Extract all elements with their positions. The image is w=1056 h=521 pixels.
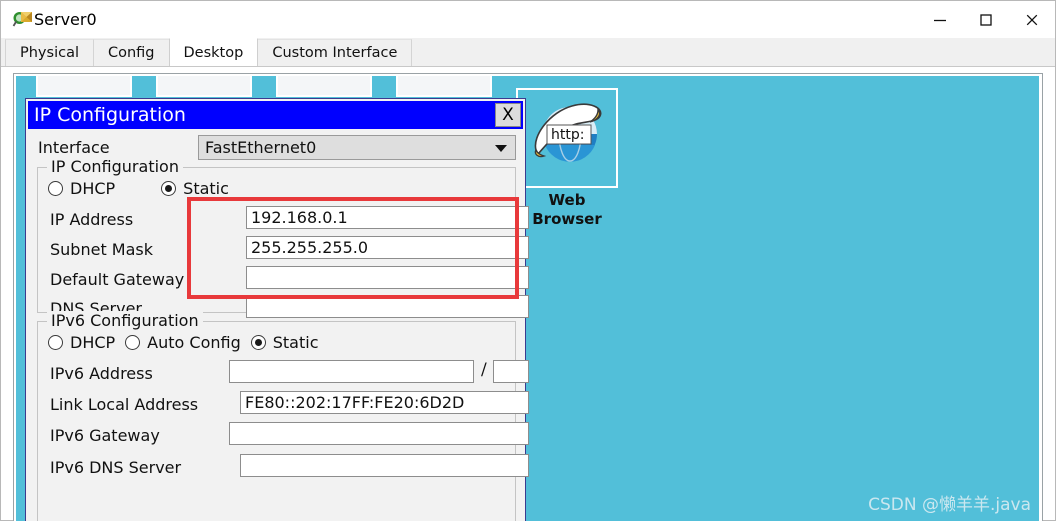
ipv4-ip-address-row: IP Address xyxy=(50,207,133,231)
tab-physical[interactable]: Physical xyxy=(5,39,94,66)
maximize-icon[interactable] xyxy=(963,1,1009,38)
tab-physical-label: Physical xyxy=(20,45,79,61)
window-title-bar: Server0 xyxy=(1,1,1055,38)
ipv6-dns-server-row: IPv6 DNS Server xyxy=(50,455,181,479)
ipv4-default-gateway-label: Default Gateway xyxy=(50,269,185,289)
tab-config[interactable]: Config xyxy=(92,39,170,66)
ipv4-default-gateway-input[interactable] xyxy=(246,266,529,289)
desktop-icon-slot[interactable] xyxy=(276,76,372,97)
tab-desktop[interactable]: Desktop xyxy=(168,38,259,66)
ipv6-gateway-input[interactable] xyxy=(229,422,529,445)
ipv6-address-label: IPv6 Address xyxy=(50,363,153,383)
ipv6-dns-server-label: IPv6 DNS Server xyxy=(50,457,182,477)
ipv4-subnet-mask-row: Subnet Mask xyxy=(50,237,153,261)
application-window: Server0 Physical Config Desktop Custom I… xyxy=(0,0,1056,521)
interface-label: Interface xyxy=(38,137,110,157)
ipv6-radio-dhcp[interactable]: DHCP xyxy=(48,333,115,352)
ipv4-subnet-mask-input[interactable]: 255.255.255.0 xyxy=(246,236,529,259)
desktop-icon-slot[interactable] xyxy=(396,76,492,97)
window-title-text: Server0 xyxy=(34,10,97,29)
radio-dot-icon xyxy=(161,180,177,196)
ipv6-radio-static[interactable]: Static xyxy=(250,332,319,352)
ipv6-prefix-length-input[interactable] xyxy=(493,360,529,383)
ipv4-radio-static[interactable]: Static xyxy=(161,179,229,198)
ipv4-ip-address-input[interactable]: 192.168.0.1 xyxy=(246,206,529,229)
tab-custom-interface[interactable]: Custom Interface xyxy=(257,39,413,66)
window-controls xyxy=(917,1,1055,38)
packet-tracer-device-icon xyxy=(12,9,34,31)
desktop-icon-web-browser[interactable]: http: xyxy=(516,88,618,188)
ipv4-radio-dhcp[interactable]: DHCP xyxy=(48,179,115,198)
ipv4-radio-static-label: Static xyxy=(183,178,229,198)
close-icon[interactable] xyxy=(1009,1,1055,38)
tab-strip: Physical Config Desktop Custom Interface xyxy=(1,38,1055,67)
ipv6-link-local-label: Link Local Address xyxy=(50,394,199,414)
ipv6-address-row: IPv6 Address xyxy=(50,361,153,385)
ipv6-radio-static-label: Static xyxy=(272,332,319,352)
dialog-close-button[interactable]: X xyxy=(495,103,521,127)
ipv6-radio-auto-config[interactable]: Auto Config xyxy=(125,333,241,352)
dialog-close-label: X xyxy=(502,105,514,125)
dialog-title-bar: IP Configuration X xyxy=(28,101,523,129)
minimize-icon[interactable] xyxy=(917,1,963,38)
ipv6-gateway-row: IPv6 Gateway xyxy=(50,423,160,447)
ipv4-default-gateway-row: Default Gateway xyxy=(50,267,184,291)
desktop-canvas: http: Web Browser IP Configuration X Int… xyxy=(16,76,1039,521)
desktop-panel: http: Web Browser IP Configuration X Int… xyxy=(13,73,1043,521)
web-browser-badge-text: http: xyxy=(551,127,584,143)
ipv4-configuration-group: IP Configuration DHCP Static IP Address … xyxy=(37,157,529,318)
ipv6-link-local-input[interactable]: FE80::202:17FF:FE20:6D2D xyxy=(240,391,529,414)
dialog-title: IP Configuration xyxy=(34,104,186,126)
ipv4-group-title: IP Configuration xyxy=(47,157,183,176)
ipv6-link-local-row: Link Local Address xyxy=(50,392,198,416)
ipv6-prefix-separator: / xyxy=(481,360,487,380)
desktop-icon-slot[interactable] xyxy=(156,76,252,97)
ipv6-radio-dhcp-label: DHCP xyxy=(70,332,116,352)
interface-select[interactable]: FastEthernet0 xyxy=(198,134,516,160)
tab-config-label: Config xyxy=(107,45,155,61)
radio-dot-icon xyxy=(48,180,63,196)
ipv4-dns-server-input[interactable] xyxy=(246,295,529,318)
interface-selected-value: FastEthernet0 xyxy=(205,137,317,157)
ipv6-mode-radio-group: DHCP Auto Config Static xyxy=(48,330,323,354)
ipv4-radio-dhcp-label: DHCP xyxy=(70,178,116,198)
ip-configuration-dialog: IP Configuration X Interface FastEtherne… xyxy=(25,98,529,521)
ipv6-configuration-group: IPv6 Configuration DHCP Auto Config Stat… xyxy=(37,311,529,521)
ipv6-address-input[interactable] xyxy=(229,360,474,383)
ipv6-radio-auto-config-label: Auto Config xyxy=(147,332,241,352)
radio-dot-icon xyxy=(125,334,141,350)
tab-custom-interface-label: Custom Interface xyxy=(272,45,398,61)
ipv6-group-title: IPv6 Configuration xyxy=(47,311,203,330)
ipv6-gateway-label: IPv6 Gateway xyxy=(50,425,160,445)
watermark-text: CSDN @懒羊羊.java xyxy=(868,495,1031,515)
ipv4-subnet-mask-label: Subnet Mask xyxy=(50,239,154,259)
radio-dot-icon xyxy=(250,334,266,350)
ipv6-dns-server-input[interactable] xyxy=(240,454,529,477)
tab-desktop-label: Desktop xyxy=(183,44,244,61)
ipv4-mode-radio-group: DHCP Static xyxy=(48,176,233,200)
ipv4-ip-address-label: IP Address xyxy=(50,209,134,229)
dialog-body: Interface FastEthernet0 IP Configuration xyxy=(28,131,529,521)
radio-dot-icon xyxy=(48,334,63,350)
web-browser-globe-icon: http: xyxy=(528,98,608,174)
chevron-down-icon xyxy=(495,144,507,152)
desktop-icon-slot[interactable] xyxy=(36,76,132,97)
